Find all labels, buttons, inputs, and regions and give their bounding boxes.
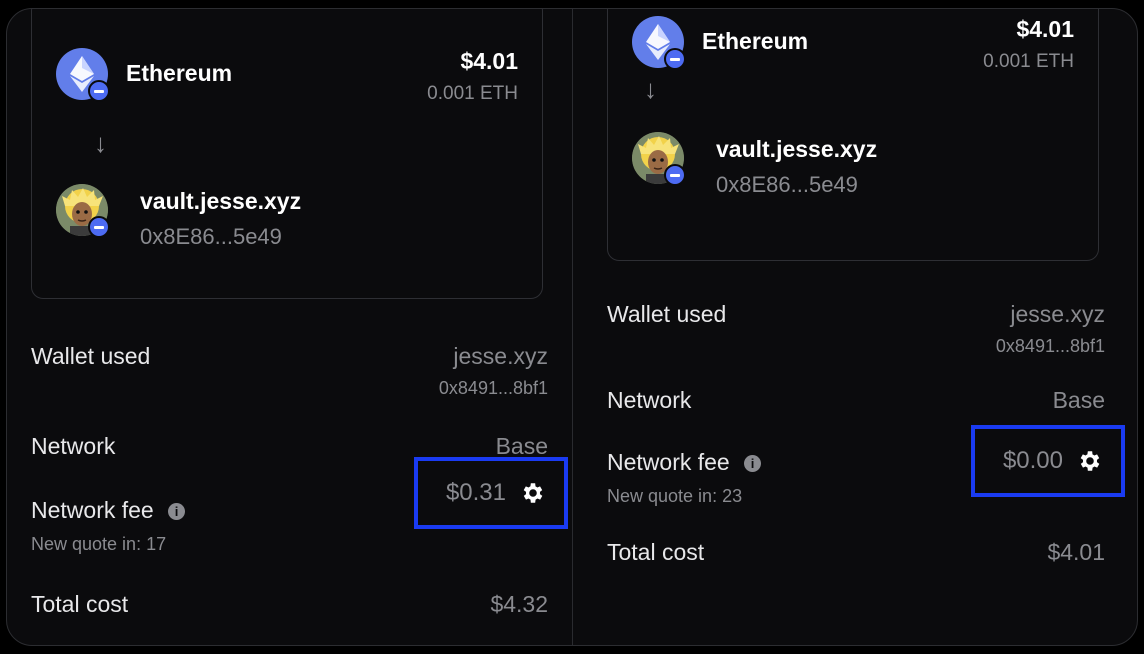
wallet-address: 0x8491...8bf1	[438, 378, 548, 398]
amount-crypto: 0.001 ETH	[983, 51, 1074, 72]
wallet-address: 0x8491...8bf1	[995, 336, 1105, 356]
total-cost-label: Total cost	[31, 591, 129, 617]
minus-badge-icon	[88, 216, 110, 238]
wallet-used-row: Wallet used jesse.xyz 0x8491...8bf1	[607, 301, 1105, 356]
asset-name: Ethereum	[126, 60, 233, 86]
network-fee-text: Network fee	[31, 497, 154, 523]
wallet-used-value: jesse.xyz 0x8491...8bf1	[439, 343, 548, 399]
quote-countdown: New quote in: 17	[31, 534, 167, 554]
network-value: Base	[495, 433, 548, 459]
panel-right: Ethereum $4.01 0.001 ETH ↓ vault.jesse.x…	[573, 9, 1137, 645]
amount-usd: $4.01	[1016, 16, 1074, 42]
recipient-row: vault.jesse.xyz 0x8E86...5e49	[56, 184, 518, 249]
gear-icon[interactable]	[1077, 448, 1103, 474]
total-cost-value: $4.01	[1047, 539, 1105, 565]
network-row: Network Base	[31, 433, 548, 460]
network-fee-text: Network fee	[607, 449, 730, 475]
total-cost-row: Total cost $4.32	[31, 591, 548, 618]
network-label: Network	[607, 387, 692, 413]
total-cost-row: Total cost $4.01	[607, 539, 1105, 566]
asset-row: Ethereum $4.01 0.001 ETH	[632, 16, 1074, 72]
network-fee-value: $0.00	[1002, 447, 1063, 474]
info-icon[interactable]: i	[744, 455, 762, 472]
avatar	[56, 184, 110, 238]
panel-left: Ethereum $4.01 0.001 ETH ↓ vault.jesse.x…	[7, 9, 572, 645]
total-cost-label: Total cost	[607, 539, 705, 565]
minus-badge-icon	[664, 164, 686, 186]
recipient-address: 0x8E86...5e49	[140, 224, 282, 249]
network-fee-highlight[interactable]: $0.31	[413, 457, 568, 529]
network-value: Base	[1052, 387, 1105, 413]
wallet-name: jesse.xyz	[1010, 301, 1105, 327]
wallet-name: jesse.xyz	[453, 343, 548, 369]
recipient-address: 0x8E86...5e49	[716, 172, 858, 197]
amount-usd: $4.01	[460, 48, 518, 74]
send-amount: $4.01 0.001 ETH	[983, 16, 1074, 73]
wallet-used-row: Wallet used jesse.xyz 0x8491...8bf1	[31, 343, 548, 398]
asset-row: Ethereum $4.01 0.001 ETH	[56, 48, 518, 104]
arrow-down-icon: ↓	[94, 128, 107, 158]
asset-name: Ethereum	[702, 28, 809, 54]
network-label: Network	[31, 433, 116, 459]
network-row: Network Base	[607, 387, 1105, 414]
total-cost-value: $4.32	[490, 591, 548, 617]
send-summary-card: Ethereum $4.01 0.001 ETH ↓ vault.jesse.x…	[31, 9, 543, 299]
recipient-row: vault.jesse.xyz 0x8E86...5e49	[632, 132, 1074, 197]
avatar	[632, 132, 686, 186]
send-amount: $4.01 0.001 ETH	[427, 48, 518, 105]
minus-badge-icon	[664, 48, 686, 70]
minus-badge-icon	[88, 80, 110, 102]
ethereum-icon	[632, 16, 686, 70]
ethereum-icon	[56, 48, 110, 102]
info-icon[interactable]: i	[168, 503, 186, 520]
recipient-name: vault.jesse.xyz	[140, 188, 302, 214]
network-fee-row: Network fee i New quote in: 23 $0.00	[607, 425, 1125, 507]
transaction-comparison: Ethereum $4.01 0.001 ETH ↓ vault.jesse.x…	[6, 8, 1138, 646]
send-summary-card: Ethereum $4.01 0.001 ETH ↓ vault.jesse.x…	[607, 9, 1099, 261]
arrow-down-icon: ↓	[644, 74, 657, 104]
recipient-name: vault.jesse.xyz	[716, 136, 878, 162]
network-fee-value: $0.31	[445, 479, 506, 506]
network-fee-highlight[interactable]: $0.00	[970, 425, 1125, 497]
network-fee-row: Network fee i New quote in: 17 $0.31	[31, 457, 568, 555]
gear-icon[interactable]	[520, 480, 546, 506]
amount-crypto: 0.001 ETH	[427, 83, 518, 104]
wallet-used-value: jesse.xyz 0x8491...8bf1	[996, 301, 1105, 357]
